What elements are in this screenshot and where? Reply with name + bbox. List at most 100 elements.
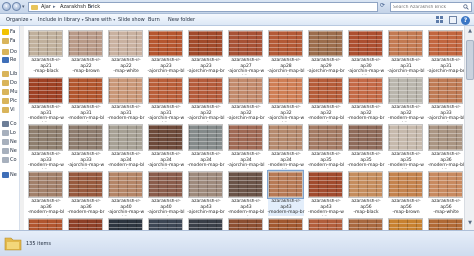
burn-button[interactable]: Burn: [148, 17, 160, 23]
image-thumbnail[interactable]: [228, 77, 263, 104]
image-thumbnail[interactable]: [68, 171, 103, 198]
file-item[interactable]: azarakhsh-ir-ap43 -modern-map-br own: [267, 169, 304, 216]
file-item[interactable]: azarakhsh-ir-ap27 -ajorchin-map-w hite: [228, 28, 264, 75]
file-item[interactable]: azarakhsh-ir-ap33 -ajorchin-map-w hite: [68, 122, 104, 169]
nav-item[interactable]: Lo: [2, 129, 20, 137]
nav-item[interactable]: Re: [2, 56, 20, 64]
breadcrumb-separator[interactable]: ▸: [53, 4, 56, 10]
file-item[interactable]: azarakhsh-ir-ap28 -ajorchin-map-bl ack: [268, 28, 304, 75]
nav-item[interactable]: Pic: [2, 97, 20, 105]
file-item[interactable]: azarakhsh-ir-ap36 -modern-map-br own: [68, 169, 104, 216]
file-item[interactable]: azarakhsh-ir-ap32 -modern-map-br own: [348, 75, 384, 122]
image-thumbnail[interactable]: [68, 124, 103, 151]
image-thumbnail[interactable]: [388, 171, 423, 198]
file-item[interactable]: azarakhsh-ir-ap40 -ajorchin-map-bl ack: [148, 169, 184, 216]
slide-show-button[interactable]: Slide show: [118, 17, 145, 23]
image-thumbnail[interactable]: [268, 124, 303, 151]
image-thumbnail[interactable]: [148, 77, 183, 104]
nav-item[interactable]: Fa: [2, 37, 20, 45]
breadcrumb-item-ajar[interactable]: Ajar: [41, 4, 51, 10]
image-thumbnail[interactable]: [148, 218, 183, 230]
file-item[interactable]: azarakhsh-ir-ap35 -modern-map-br own: [348, 122, 384, 169]
file-item[interactable]: azarakhsh-ir-ap23 -ajorchin-map-br own: [187, 28, 225, 75]
file-item[interactable]: azarakhsh-ir-ap43 -modern-map-w hite: [308, 169, 344, 216]
share-with-button[interactable]: Share with ▾: [85, 17, 115, 23]
image-thumbnail[interactable]: [28, 77, 63, 104]
file-item[interactable]: azarakhsh-ir-ap35 -modern-map-bl ack: [308, 122, 344, 169]
image-thumbnail[interactable]: [188, 171, 223, 198]
refresh-icon[interactable]: ⟳: [380, 2, 388, 12]
scroll-down-icon[interactable]: ▼: [466, 220, 474, 228]
image-thumbnail[interactable]: [428, 124, 463, 151]
nav-item[interactable]: Co: [2, 120, 20, 128]
file-item[interactable]: azarakhsh-ir-ap40 -ajorchin-map-w hite: [108, 169, 144, 216]
file-item[interactable]: azarakhsh-ir-ap33 -ajorchin-map-bl ack: [428, 75, 464, 122]
image-thumbnail[interactable]: [348, 124, 383, 151]
image-thumbnail[interactable]: [108, 171, 143, 198]
nav-item[interactable]: Do: [2, 48, 20, 56]
image-thumbnail[interactable]: [268, 30, 303, 57]
back-button[interactable]: ‹: [2, 2, 11, 11]
file-item[interactable]: [68, 216, 104, 230]
image-thumbnail[interactable]: [308, 77, 343, 104]
image-thumbnail[interactable]: [188, 30, 223, 57]
image-thumbnail[interactable]: [228, 30, 263, 57]
file-item[interactable]: azarakhsh-ir-ap34 -modern-map-w hite: [268, 122, 304, 169]
image-thumbnail[interactable]: [388, 218, 423, 230]
image-thumbnail[interactable]: [268, 77, 303, 104]
image-thumbnail[interactable]: [348, 77, 383, 104]
image-thumbnail[interactable]: [228, 218, 263, 230]
image-thumbnail[interactable]: [428, 30, 463, 57]
nav-item[interactable]: Do: [2, 79, 20, 87]
image-thumbnail[interactable]: [388, 124, 423, 151]
file-item[interactable]: azarakhsh-ir-ap32 -modern-map-w hite: [388, 75, 424, 122]
file-item[interactable]: azarakhsh-ir-ap43 -ajorchin-map-br own: [187, 169, 225, 216]
recent-pages-dropdown[interactable]: ▾: [22, 4, 25, 10]
file-item[interactable]: azarakhsh-ir-ap22 -map-brown: [68, 28, 104, 75]
nav-item[interactable]: Lib: [2, 70, 20, 78]
file-item[interactable]: azarakhsh-ir-ap36 -modern-map-bl ack: [28, 169, 64, 216]
file-item[interactable]: azarakhsh-ir-ap29 -ajorchin-map-br own: [307, 28, 345, 75]
image-thumbnail[interactable]: [68, 30, 103, 57]
vertical-scrollbar[interactable]: ▲ ▼: [464, 26, 474, 230]
image-thumbnail[interactable]: [267, 170, 304, 199]
image-thumbnail[interactable]: [108, 77, 143, 104]
file-item[interactable]: azarakhsh-ir-ap31 -modern-map-br own: [108, 75, 144, 122]
image-thumbnail[interactable]: [308, 218, 343, 230]
file-item[interactable]: azarakhsh-ir-ap30 -ajorchin-map-w hite: [348, 28, 384, 75]
image-thumbnail[interactable]: [188, 124, 223, 151]
file-item[interactable]: azarakhsh-ir-ap22 -map-white: [108, 28, 144, 75]
image-thumbnail[interactable]: [308, 124, 343, 151]
nav-item[interactable]: Ne: [2, 147, 20, 155]
organize-button[interactable]: Organize ▾: [6, 17, 32, 23]
image-thumbnail[interactable]: [428, 77, 463, 104]
preview-pane-icon[interactable]: [449, 16, 457, 24]
search-box[interactable]: [390, 2, 472, 12]
image-thumbnail[interactable]: [28, 30, 63, 57]
image-thumbnail[interactable]: [148, 30, 183, 57]
image-thumbnail[interactable]: [68, 218, 103, 230]
file-item[interactable]: azarakhsh-ir-ap56 -map-white: [428, 169, 464, 216]
image-thumbnail[interactable]: [28, 124, 63, 151]
file-item[interactable]: azarakhsh-ir-ap32 -ajorchin-map-w hite: [268, 75, 304, 122]
nav-item[interactable]: Mu: [2, 88, 20, 96]
image-thumbnail[interactable]: [148, 124, 183, 151]
scroll-up-icon[interactable]: ▲: [466, 28, 474, 36]
image-thumbnail[interactable]: [428, 171, 463, 198]
file-item[interactable]: azarakhsh-ir-ap31 -ajorchin-map-w hite: [148, 75, 184, 122]
image-thumbnail[interactable]: [108, 30, 143, 57]
breadcrumb-item-azarakhsh-brick[interactable]: Azarakhsh Brick: [60, 4, 100, 10]
file-item[interactable]: azarakhsh-ir-ap34 -modern-map-br own: [188, 122, 224, 169]
file-item[interactable]: azarakhsh-ir-ap36 -modern-map-bl hite: [428, 122, 464, 169]
image-thumbnail[interactable]: [68, 77, 103, 104]
file-item[interactable]: azarakhsh-ir-ap34 -ajorchin-map-w hite: [148, 122, 184, 169]
nav-item[interactable]: Ne: [2, 171, 20, 179]
scroll-thumb[interactable]: [466, 40, 474, 80]
forward-button[interactable]: ›: [12, 2, 21, 11]
search-icon[interactable]: [463, 4, 469, 10]
file-item[interactable]: [108, 216, 144, 230]
file-item[interactable]: azarakhsh-ir-ap31 -modern-map-w hite: [28, 75, 64, 122]
image-thumbnail[interactable]: [188, 218, 223, 230]
breadcrumb[interactable]: ▸ Ajar Azarakhsh Brick ▸: [28, 2, 378, 12]
image-thumbnail[interactable]: [348, 218, 383, 230]
